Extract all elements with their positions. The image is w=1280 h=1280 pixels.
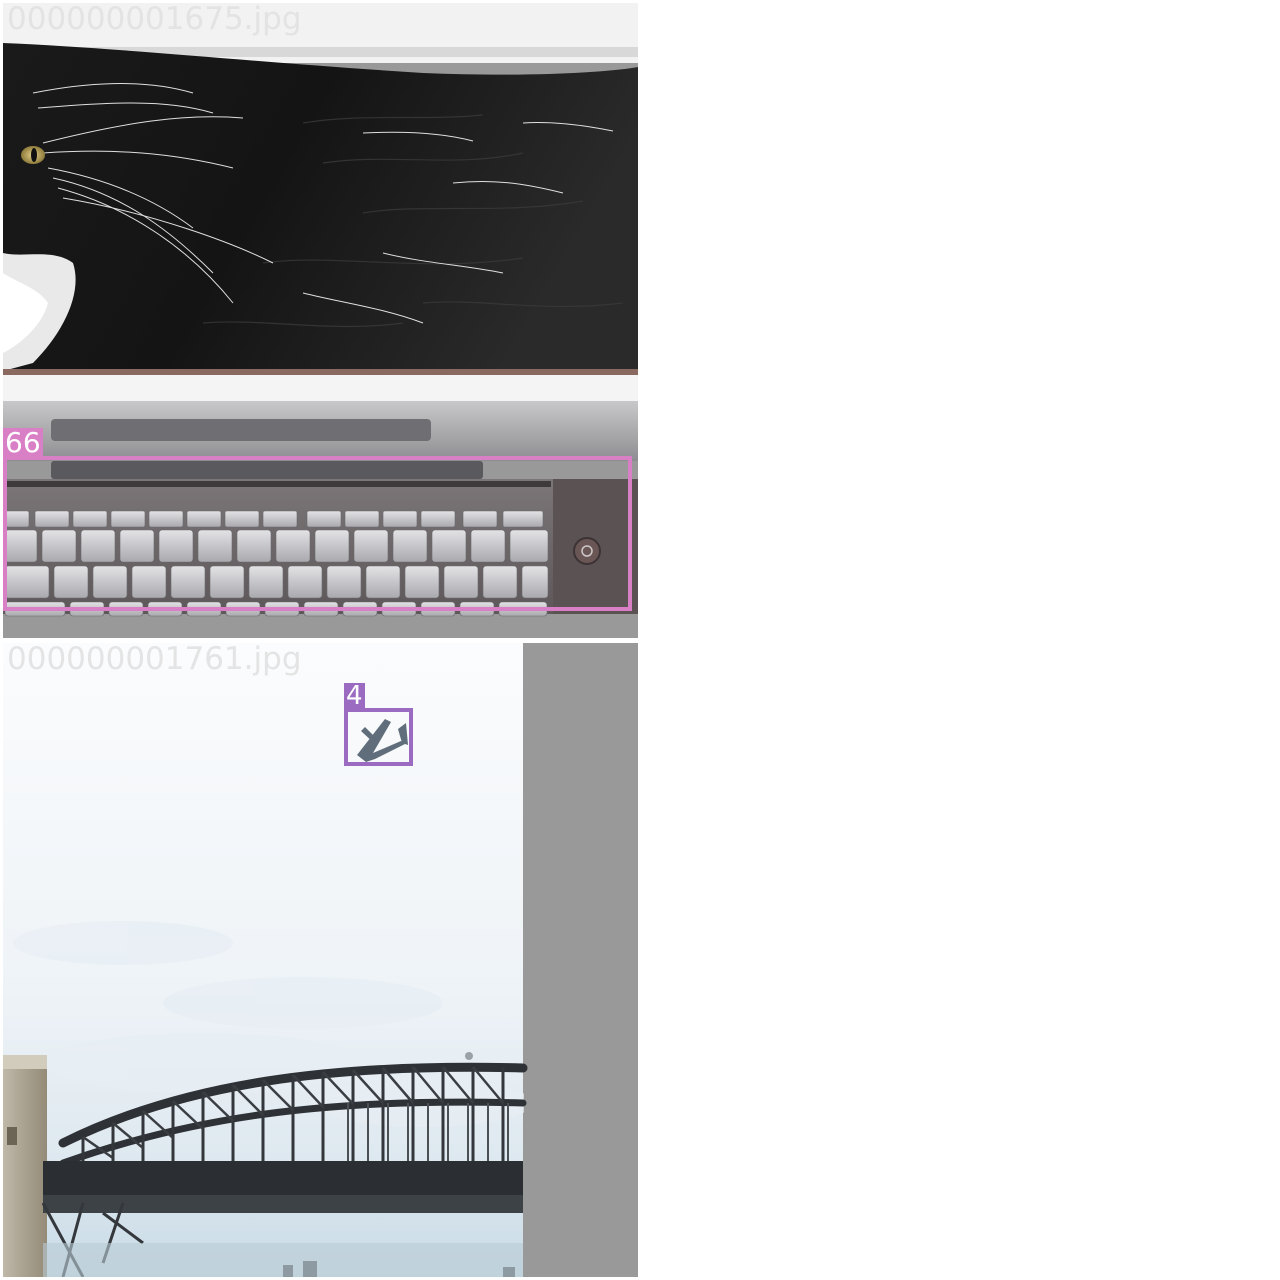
detection-box-laptop [3, 456, 632, 611]
filename-label: 000000001761.jpg [7, 643, 302, 677]
filename-label: 000000001675.jpg [7, 3, 302, 37]
detection-label: 4 [344, 681, 365, 711]
detection-box-airplane [344, 708, 413, 766]
image-tile-1: 000000001675.jpg 66 [3, 3, 638, 638]
detection-label: 66 [3, 426, 43, 459]
harbour-bridge-photo [3, 643, 638, 1277]
image-tile-2: 000000001761.jpg 4 [3, 643, 638, 1277]
